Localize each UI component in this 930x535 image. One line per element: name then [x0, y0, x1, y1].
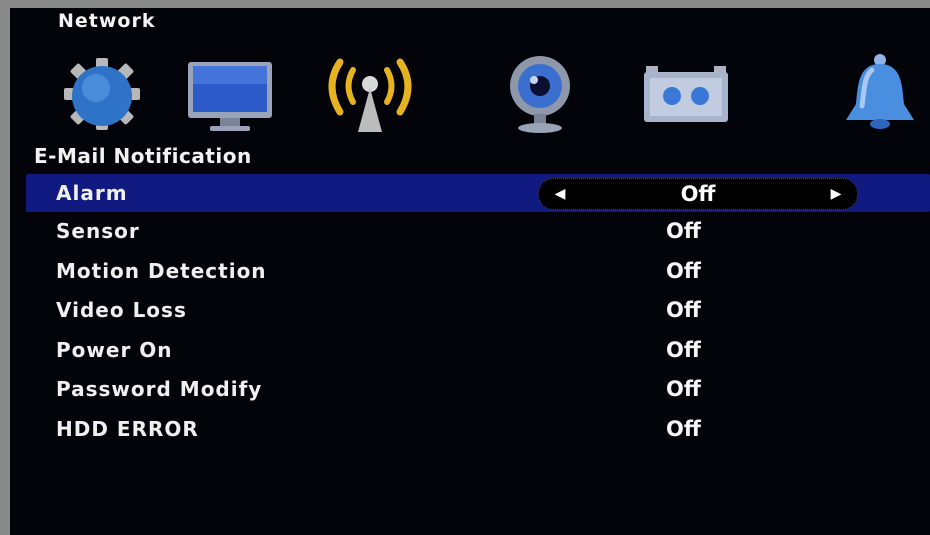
setting-row-power-on[interactable]: Power On Off	[10, 331, 930, 371]
setting-value: Off	[666, 377, 701, 401]
recorder-icon[interactable]	[634, 52, 738, 136]
network-broadcast-icon[interactable]	[318, 52, 422, 136]
setting-label: Motion Detection	[56, 258, 267, 283]
bell-icon[interactable]	[828, 52, 930, 136]
setting-value: Off	[666, 219, 701, 243]
setting-row-sensor[interactable]: Sensor Off	[10, 212, 930, 252]
page-title: Network	[58, 10, 156, 32]
setting-value: Off	[666, 298, 701, 322]
setting-value: Off	[666, 416, 701, 441]
gear-icon[interactable]	[50, 52, 154, 136]
section-title: E-Mail Notification	[34, 144, 252, 168]
notification-settings-list: Alarm ◀ Off ▶ Sensor Off Motion Detectio…	[10, 174, 930, 449]
monitor-icon[interactable]	[178, 52, 282, 136]
setting-label: Power On	[56, 337, 173, 362]
arrow-right-icon[interactable]: ▶	[829, 187, 843, 201]
menu-icon-bar	[10, 52, 930, 136]
setting-row-hdd-error[interactable]: HDD ERROR Off	[10, 410, 930, 450]
setting-value: Off	[680, 182, 716, 206]
setting-row-motion-detection[interactable]: Motion Detection Off	[10, 252, 930, 292]
setting-label: Alarm	[56, 181, 128, 205]
webcam-icon[interactable]	[488, 52, 592, 136]
setting-label: Video Loss	[56, 298, 187, 322]
setting-row-video-loss[interactable]: Video Loss Off	[10, 291, 930, 331]
setting-row-password-modify[interactable]: Password Modify Off	[10, 370, 930, 410]
setting-value: Off	[666, 337, 701, 362]
setting-row-alarm[interactable]: Alarm ◀ Off ▶	[26, 174, 930, 212]
value-spinner[interactable]: ◀ Off ▶	[538, 178, 858, 210]
setting-label: Password Modify	[56, 377, 263, 401]
setting-label: HDD ERROR	[56, 416, 199, 441]
setting-value: Off	[666, 258, 701, 283]
setting-label: Sensor	[56, 219, 140, 243]
osd-screen: Network E-Mail Notification Alarm ◀ Off …	[10, 8, 930, 535]
